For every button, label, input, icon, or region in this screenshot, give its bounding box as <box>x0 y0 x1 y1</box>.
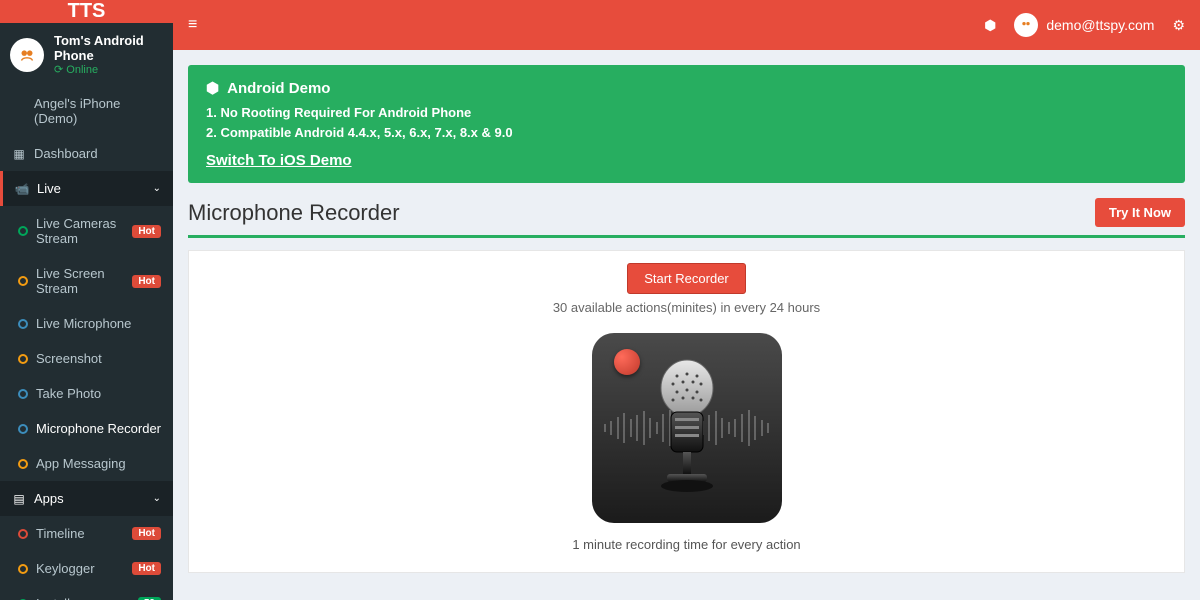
device-status: Online <box>54 63 163 76</box>
microphone-icon <box>647 358 727 498</box>
sidebar-item-microphone-recorder[interactable]: Microphone Recorder <box>0 411 173 446</box>
switch-demo-link[interactable]: Switch To iOS Demo <box>206 152 352 169</box>
sidebar-item-live-microphone[interactable]: Live Microphone <box>0 306 173 341</box>
device-block[interactable]: Tom's Android Phone Online <box>0 23 173 86</box>
live-icon: 📹 <box>15 182 29 196</box>
apps-icon: ▤ <box>12 492 26 506</box>
topbar: ≡ ⬢ demo@ttspy.com ⚙ <box>173 0 1200 50</box>
brand-logo[interactable]: TTS <box>0 0 173 23</box>
banner-title: Android Demo <box>227 80 330 97</box>
banner-line: 2. Compatible Android 4.4.x, 5.x, 6.x, 7… <box>206 123 1167 143</box>
note-text: 1 minute recording time for every action <box>189 537 1184 552</box>
chevron-down-icon: ⌄ <box>153 183 161 194</box>
circle-icon <box>18 564 28 574</box>
sidebar-item-timeline[interactable]: Timeline Hot <box>0 516 173 551</box>
microphone-illustration <box>592 333 782 523</box>
circle-icon <box>18 354 28 364</box>
sidebar-item-angel-iphone[interactable]: Angel's iPhone (Demo) <box>0 86 173 136</box>
settings-icon[interactable]: ⚙ <box>1172 17 1185 34</box>
record-indicator-icon <box>614 349 640 375</box>
sidebar-item-live-cameras[interactable]: Live Cameras Stream Hot <box>0 206 173 256</box>
android-icon: ⬢ <box>206 79 219 97</box>
dashboard-icon: ▦ <box>12 147 26 161</box>
circle-icon <box>18 459 28 469</box>
try-it-now-button[interactable]: Try It Now <box>1095 198 1185 227</box>
sidebar-item-live-screen[interactable]: Live Screen Stream Hot <box>0 256 173 306</box>
circle-icon <box>18 389 28 399</box>
divider <box>188 235 1185 238</box>
sidebar-item-screenshot[interactable]: Screenshot <box>0 341 173 376</box>
sidebar-item-live[interactable]: 📹 Live ⌄ <box>0 171 173 206</box>
circle-icon <box>18 276 28 286</box>
sidebar-item-dashboard[interactable]: ▦ Dashboard <box>0 136 173 171</box>
user-menu[interactable]: demo@ttspy.com <box>1014 13 1154 37</box>
sidebar-item-apps[interactable]: ▤ Apps ⌄ <box>0 481 173 516</box>
circle-icon <box>18 226 28 236</box>
sidebar: TTS Tom's Android Phone Online Angel's i… <box>0 0 173 600</box>
hot-badge: Hot <box>132 562 161 575</box>
circle-icon <box>18 319 28 329</box>
android-icon[interactable]: ⬢ <box>984 17 996 34</box>
page-title: Microphone Recorder <box>188 200 400 226</box>
device-name: Tom's Android Phone <box>54 33 163 63</box>
circle-icon <box>18 424 28 434</box>
demo-banner: ⬢ Android Demo 1. No Rooting Required Fo… <box>188 65 1185 183</box>
sidebar-item-take-photo[interactable]: Take Photo <box>0 376 173 411</box>
circle-icon <box>18 529 28 539</box>
device-avatar-icon <box>10 38 44 72</box>
sidebar-item-app-messaging[interactable]: App Messaging <box>0 446 173 481</box>
banner-line: 1. No Rooting Required For Android Phone <box>206 103 1167 123</box>
sidebar-item-install[interactable]: Install 59 <box>0 586 173 600</box>
recorder-panel: Start Recorder 30 available actions(mini… <box>188 250 1185 573</box>
start-recorder-button[interactable]: Start Recorder <box>627 263 746 294</box>
user-avatar-icon <box>1014 13 1038 37</box>
menu-toggle-icon[interactable]: ≡ <box>188 16 197 34</box>
hot-badge: Hot <box>132 527 161 540</box>
sidebar-item-keylogger[interactable]: Keylogger Hot <box>0 551 173 586</box>
hot-badge: Hot <box>132 275 161 288</box>
hot-badge: Hot <box>132 225 161 238</box>
chevron-down-icon: ⌄ <box>153 493 161 504</box>
quota-text: 30 available actions(minites) in every 2… <box>189 300 1184 315</box>
user-email: demo@ttspy.com <box>1046 17 1154 33</box>
